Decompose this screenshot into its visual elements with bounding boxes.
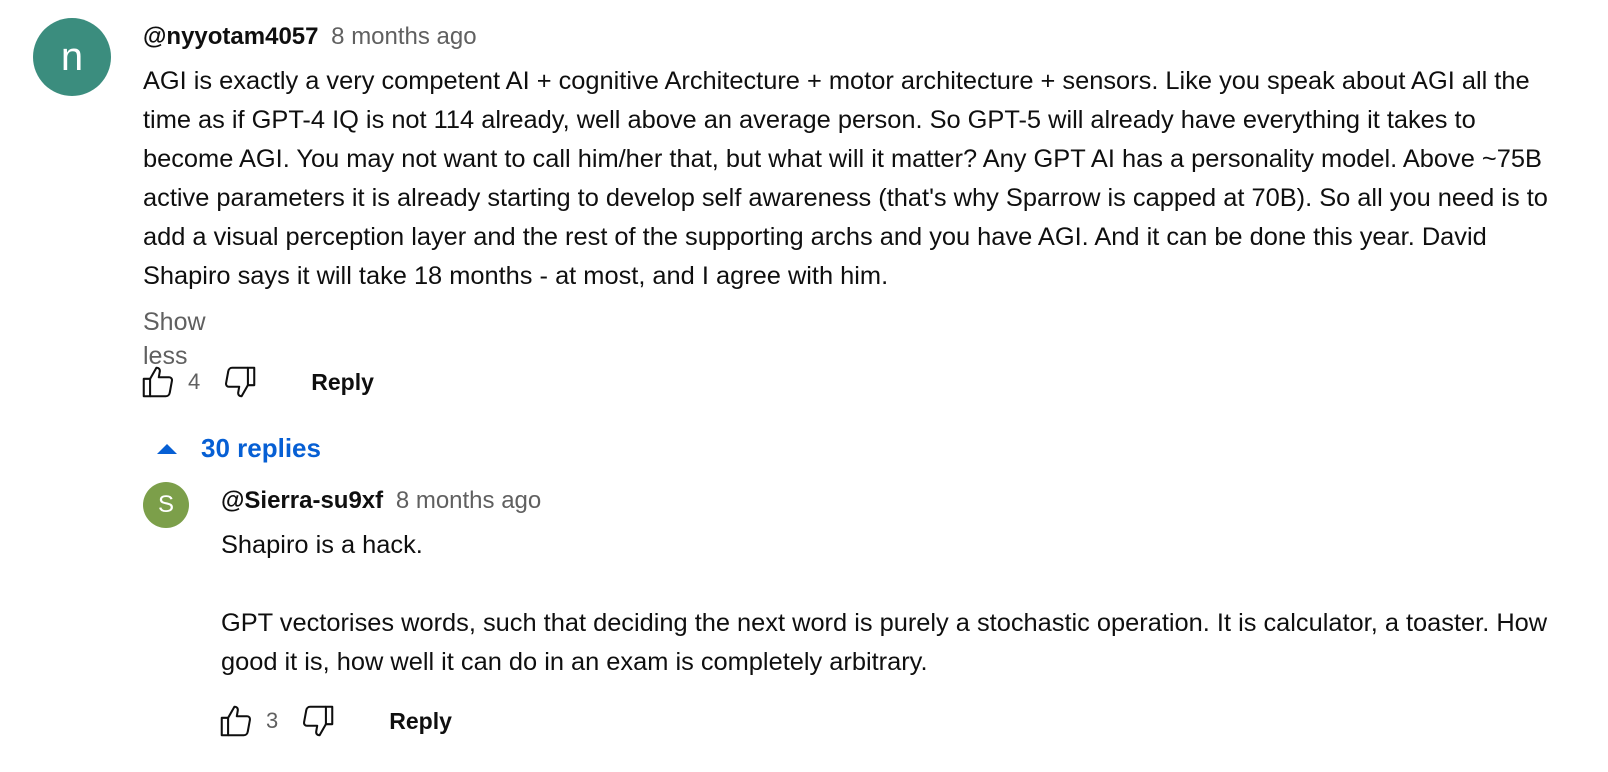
like-count: 4 <box>188 369 201 394</box>
thumbs-down-icon[interactable] <box>298 701 338 741</box>
thumbs-up-icon[interactable] <box>138 362 178 402</box>
reply-button[interactable]: Reply <box>389 708 452 735</box>
comment-paragraph: AGI is exactly a very competent AI + cog… <box>143 67 1548 290</box>
avatar[interactable]: S <box>143 482 189 528</box>
comment-header: @nyyotam4057 8 months ago <box>143 22 477 52</box>
author-name[interactable]: @nyyotam4057 <box>143 23 319 50</box>
thumbs-up-icon[interactable] <box>216 701 256 741</box>
comment-paragraph: Shapiro is a hack. <box>221 531 423 559</box>
replies-count-label: 30 replies <box>201 432 321 463</box>
timestamp[interactable]: 8 months ago <box>331 23 476 50</box>
comment-text: Shapiro is a hack. GPT vectorises words,… <box>221 526 1551 682</box>
timestamp[interactable]: 8 months ago <box>396 487 541 514</box>
replies-toggle-button[interactable]: 30 replies <box>155 430 321 466</box>
comment-text: AGI is exactly a very competent AI + cog… <box>143 62 1563 296</box>
avatar-letter: S <box>157 491 174 518</box>
comment-action-bar: 3 Reply <box>216 701 452 741</box>
caret-up-icon <box>155 436 179 460</box>
comment-header: @Sierra-su9xf 8 months ago <box>221 486 541 516</box>
comment-paragraph: GPT vectorises words, such that deciding… <box>221 609 1548 676</box>
like-count: 3 <box>266 708 279 733</box>
author-name[interactable]: @Sierra-su9xf <box>221 487 383 514</box>
reply-button[interactable]: Reply <box>311 369 374 396</box>
comment-action-bar: 4 Reply <box>138 362 374 402</box>
thumbs-down-icon[interactable] <box>220 362 260 402</box>
avatar[interactable]: n <box>33 18 111 96</box>
avatar-letter: n <box>60 34 84 79</box>
